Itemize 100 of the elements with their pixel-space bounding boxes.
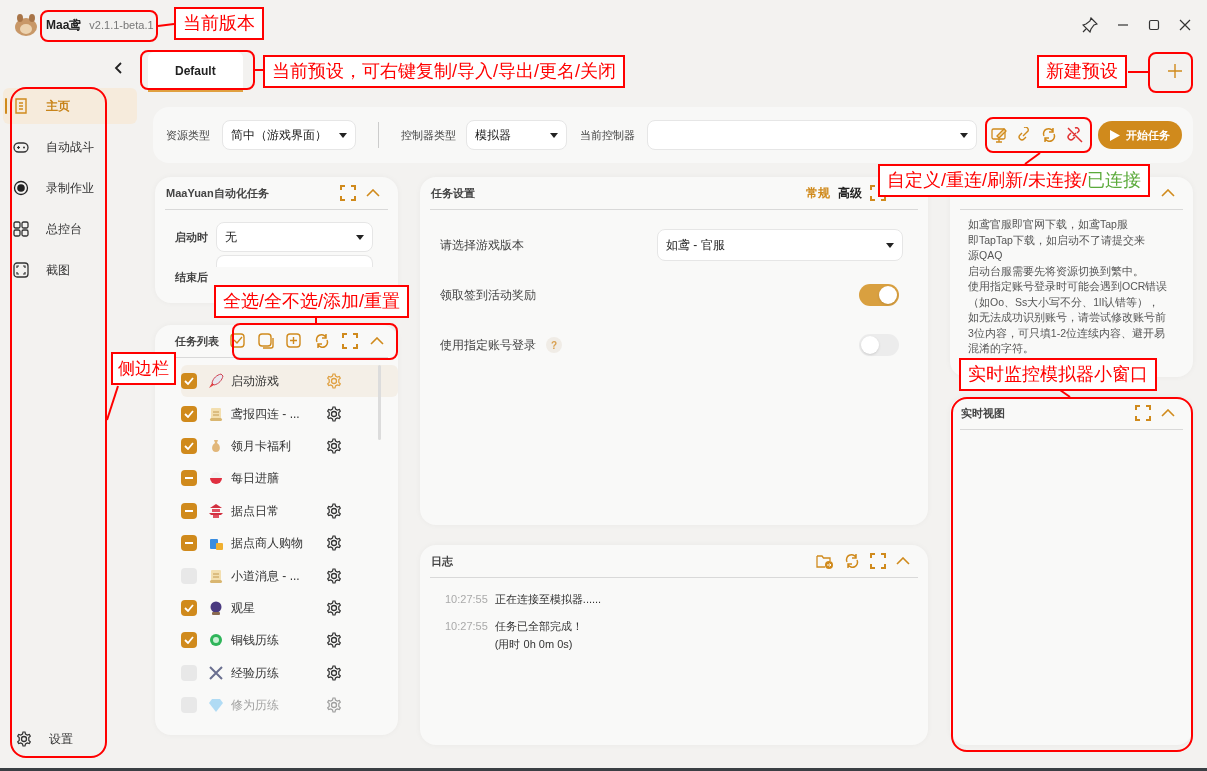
task-row[interactable]: 据点日常 (181, 494, 398, 527)
refresh-icon[interactable] (1041, 127, 1057, 143)
annotation-label: 当前版本 (174, 7, 264, 40)
check-icon (184, 603, 194, 612)
task-row[interactable]: 每日进膳 (181, 462, 398, 495)
dropdown-field[interactable]: 无 (216, 222, 373, 252)
task-row[interactable]: 铜钱历练 (181, 624, 398, 657)
dropdown-field[interactable] (216, 255, 373, 267)
expand-icon[interactable] (870, 553, 886, 569)
preset-tab[interactable]: Default (148, 52, 243, 92)
app-name: Maa鸢 (46, 17, 82, 34)
pagoda-icon (208, 502, 224, 519)
gear-icon[interactable] (16, 731, 32, 747)
link-icon[interactable] (1016, 127, 1032, 143)
leader-line (107, 386, 118, 420)
card-title: 实时视图 (961, 405, 1005, 421)
pin-icon[interactable] (1082, 17, 1098, 33)
expand-icon[interactable] (340, 185, 356, 201)
collapse-icon[interactable] (1161, 189, 1175, 197)
toggle-switch[interactable] (859, 334, 899, 356)
game-version-select[interactable]: 如鸢 - 官服 (657, 229, 903, 261)
scroll-icon (208, 567, 224, 584)
gear-icon[interactable] (326, 632, 342, 649)
dropdown-caret-icon (886, 242, 894, 248)
collapse-icon[interactable] (366, 189, 380, 197)
task-row[interactable]: 启动游戏 (181, 365, 398, 398)
plus-icon (1167, 63, 1183, 79)
checkbox[interactable] (181, 632, 197, 649)
resource-select[interactable]: 简中（游戏界面） (222, 120, 356, 150)
dropdown-caret-icon (356, 234, 364, 240)
task-row[interactable]: 观星 (181, 591, 398, 625)
refresh-icon[interactable] (844, 553, 860, 569)
select-all-icon[interactable] (230, 333, 246, 349)
add-icon[interactable] (286, 333, 302, 349)
field-label: 启动时 (175, 229, 208, 245)
rocket-icon (208, 373, 224, 390)
dropdown-caret-icon (960, 132, 968, 138)
task-row[interactable]: 鸢报四连 - ... (181, 397, 398, 430)
dropdown-caret-icon (550, 132, 558, 138)
field-label: 资源类型 (166, 127, 210, 143)
setting-label: 使用指定账号登录 (440, 337, 536, 354)
annotation-label: 自定义/重连/刷新/未连接/已连接 (878, 164, 1150, 197)
collapse-sidebar-icon[interactable] (114, 62, 122, 74)
info-text: 源QAQ (968, 248, 1004, 263)
checkbox[interactable] (181, 599, 197, 616)
collapse-icon[interactable] (896, 557, 910, 565)
mode-tab[interactable]: 高级 (838, 184, 862, 202)
gear-icon[interactable] (326, 599, 342, 616)
toggle-switch[interactable] (859, 284, 899, 306)
collapse-icon[interactable] (1161, 409, 1175, 417)
bowl-icon (208, 470, 224, 487)
task-row[interactable]: 小道消息 - ... (181, 559, 398, 592)
gem-icon (208, 697, 224, 714)
annotation-label: 当前预设，可右键复制/导入/导出/更名/关闭 (263, 55, 625, 88)
checkbox[interactable] (181, 437, 197, 454)
checkbox[interactable] (181, 470, 197, 487)
setting-label: 请选择游戏版本 (440, 237, 524, 254)
field-label: 结束后 (175, 270, 208, 285)
expand-icon[interactable] (342, 333, 358, 349)
checkbox[interactable] (181, 535, 197, 552)
sidebar-item[interactable]: 录制作业 (3, 170, 137, 206)
screenshot-icon (13, 262, 29, 278)
checkbox[interactable] (181, 373, 197, 390)
gear-icon[interactable] (326, 405, 342, 422)
expand-icon[interactable] (1135, 405, 1151, 421)
gear-icon[interactable] (326, 567, 342, 584)
edit-monitor-icon[interactable] (991, 127, 1007, 143)
sidebar-item[interactable]: 自动战斗 (3, 129, 137, 165)
gear-icon[interactable] (326, 664, 342, 681)
task-row[interactable]: 领月卡福利 (181, 429, 398, 463)
gear-icon[interactable] (326, 535, 342, 552)
checkbox[interactable] (181, 405, 197, 422)
folder-export-icon[interactable] (816, 553, 834, 569)
log-time: 10:27:55 (445, 592, 488, 607)
unlink-icon[interactable] (1066, 127, 1084, 143)
log-message: 正在连接至模拟器...... (494, 592, 602, 607)
sidebar-item[interactable]: 截图 (3, 252, 137, 288)
close-icon[interactable] (1179, 19, 1191, 31)
dropdown-caret-icon (339, 132, 347, 138)
leader-line (255, 70, 263, 72)
play-icon (1110, 129, 1120, 141)
task-row[interactable]: 经验历练 (181, 656, 398, 689)
minus-icon (185, 477, 193, 480)
minus-icon (185, 542, 193, 545)
sidebar-item[interactable]: 总控台 (3, 211, 137, 247)
log-message: (用时 0h 0m 0s) (494, 637, 574, 652)
controller-type-select[interactable]: 模拟器 (466, 120, 567, 150)
gear-icon[interactable] (326, 502, 342, 519)
checkbox[interactable] (181, 502, 197, 519)
deselect-all-icon[interactable] (258, 333, 274, 349)
gamepad-icon (13, 139, 29, 155)
collapse-icon[interactable] (370, 337, 384, 345)
maximize-icon[interactable] (1148, 19, 1160, 31)
annotation-label: 侧边栏 (111, 352, 176, 385)
minus-icon (185, 509, 193, 512)
task-row[interactable]: 据点商人购物 (181, 526, 398, 560)
settings-item[interactable]: 设置 (3, 724, 137, 754)
reset-icon[interactable] (314, 333, 330, 349)
gear-icon[interactable] (326, 437, 342, 454)
check-icon (184, 636, 194, 645)
